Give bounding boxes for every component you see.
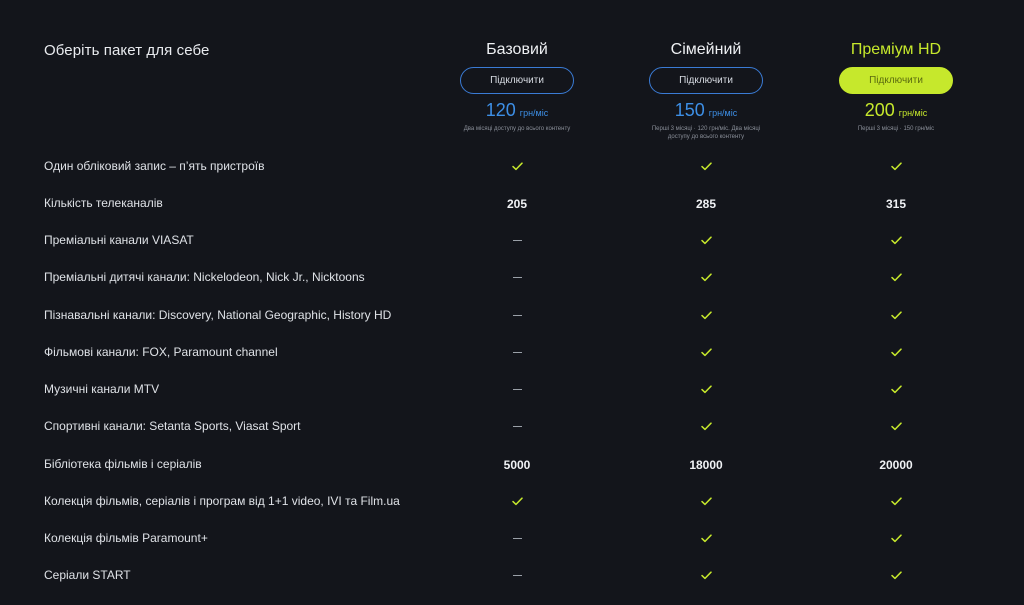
feature-row: Один обліковий запис – п’ять пристроїв bbox=[0, 148, 1024, 185]
check-icon bbox=[656, 371, 756, 408]
dash-icon bbox=[467, 222, 567, 259]
check-icon bbox=[846, 334, 946, 371]
plan-basic: Базовий Підключити 120 грн/міс Два місяц… bbox=[417, 40, 617, 133]
feature-row: Колекція фільмів, серіалів і програм від… bbox=[0, 483, 1024, 520]
price-unit: грн/міс bbox=[519, 108, 549, 118]
plan-note: Перші 3 місяці · 150 грн/міс bbox=[857, 126, 935, 132]
feature-row: Музичні канали MTV bbox=[0, 371, 1024, 408]
feature-label: Бібліотека фільмів і серіалів bbox=[44, 457, 202, 471]
feature-value: 20000 bbox=[879, 457, 913, 472]
check-icon bbox=[656, 483, 756, 520]
feature-row: Серіали START bbox=[0, 557, 1024, 594]
subscribe-family-button[interactable]: Підключити bbox=[649, 67, 763, 94]
check-icon bbox=[467, 148, 567, 185]
feature-label: Преміальні дитячі канали: Nickelodeon, N… bbox=[44, 270, 365, 284]
pricing-page: Оберіть пакет для себе Базовий Підключит… bbox=[0, 0, 1024, 605]
plan-name: Преміум HD bbox=[850, 41, 942, 58]
plan-price: 200 грн/міс bbox=[865, 100, 928, 122]
plan-note: Два місяці доступу до всього контенту bbox=[463, 126, 571, 132]
dash-mark bbox=[512, 575, 522, 576]
check-icon bbox=[656, 520, 756, 557]
feature-row: Фільмові канали: FOX, Paramount channel bbox=[0, 334, 1024, 371]
feature-row: Бібліотека фільмів і серіалів 5000 18000 20… bbox=[0, 446, 1024, 483]
feature-label: Пізнавальні канали: Discovery, National … bbox=[44, 308, 392, 322]
feature-label: Один обліковий запис – п’ять пристроїв bbox=[44, 159, 265, 173]
price-value: 200 bbox=[864, 100, 895, 120]
check-icon bbox=[846, 557, 946, 594]
plan-name: Базовий bbox=[486, 41, 548, 58]
feature-label: Кількість телеканалів bbox=[44, 196, 163, 210]
dash-icon bbox=[467, 371, 567, 408]
check-icon bbox=[467, 483, 567, 520]
feature-row: Преміальні дитячі канали: Nickelodeon, N… bbox=[0, 259, 1024, 296]
feature-label: Музичні канали MTV bbox=[44, 382, 160, 396]
price-unit: грн/міс bbox=[898, 108, 928, 118]
feature-value: 5000 bbox=[503, 457, 531, 472]
plan-family: Сімейний Підключити 150 грн/міс Перші 3 … bbox=[606, 40, 806, 141]
feature-label: Колекція фільмів Paramount+ bbox=[44, 531, 208, 545]
feature-label: Колекція фільмів, серіалів і програм від… bbox=[44, 494, 400, 508]
dash-icon bbox=[467, 557, 567, 594]
check-icon bbox=[656, 334, 756, 371]
dash-mark bbox=[512, 352, 522, 353]
dash-icon bbox=[467, 520, 567, 557]
plan-premium: Преміум HD Підключити 200 грн/міс Перші … bbox=[796, 40, 996, 133]
dash-mark bbox=[512, 389, 522, 390]
dash-icon bbox=[467, 297, 567, 334]
check-icon bbox=[846, 297, 946, 334]
feature-value: 315 bbox=[885, 196, 907, 211]
check-icon bbox=[656, 408, 756, 445]
feature-value: 285 bbox=[695, 196, 717, 211]
plan-price: 150 грн/міс bbox=[675, 100, 738, 122]
feature-row: Преміальні канали VIASAT bbox=[0, 222, 1024, 259]
feature-value: 205 bbox=[506, 196, 528, 211]
check-icon bbox=[656, 259, 756, 296]
feature-row: Кількість телеканалів 205 285 315 bbox=[0, 185, 1024, 222]
dash-mark bbox=[512, 538, 522, 539]
check-icon bbox=[846, 222, 946, 259]
dash-icon bbox=[467, 334, 567, 371]
check-icon bbox=[656, 557, 756, 594]
feature-value: 18000 bbox=[689, 457, 723, 472]
check-icon bbox=[846, 520, 946, 557]
feature-row: Пізнавальні канали: Discovery, National … bbox=[0, 297, 1024, 334]
plan-price: 120 грн/міс bbox=[486, 100, 549, 122]
dash-icon bbox=[467, 259, 567, 296]
price-unit: грн/міс bbox=[708, 108, 738, 118]
feature-label: Преміальні канали VIASAT bbox=[44, 233, 194, 247]
dash-mark bbox=[512, 240, 522, 241]
dash-mark bbox=[512, 315, 522, 316]
feature-row: Спортивні канали: Setanta Sports, Viasat… bbox=[0, 408, 1024, 445]
dash-icon bbox=[467, 408, 567, 445]
dash-mark bbox=[512, 277, 522, 278]
check-icon bbox=[846, 259, 946, 296]
check-icon bbox=[656, 297, 756, 334]
feature-label: Спортивні канали: Setanta Sports, Viasat… bbox=[44, 419, 301, 433]
check-icon bbox=[846, 483, 946, 520]
feature-row: Колекція фільмів Paramount+ bbox=[0, 520, 1024, 557]
feature-label: Серіали START bbox=[44, 568, 131, 582]
subscribe-premium-button[interactable]: Підключити bbox=[839, 67, 953, 94]
check-icon bbox=[846, 408, 946, 445]
plan-note: Перші 3 місяці · 120 грн/міс. Два місяці… bbox=[651, 126, 761, 140]
dash-mark bbox=[512, 426, 522, 427]
check-icon bbox=[656, 148, 756, 185]
price-value: 150 bbox=[674, 100, 705, 120]
feature-label: Фільмові канали: FOX, Paramount channel bbox=[44, 345, 278, 359]
subscribe-basic-button[interactable]: Підключити bbox=[460, 67, 574, 94]
plan-name: Сімейний bbox=[670, 41, 742, 58]
check-icon bbox=[846, 371, 946, 408]
page-title: Оберіть пакет для себе bbox=[44, 42, 210, 59]
check-icon bbox=[656, 222, 756, 259]
check-icon bbox=[846, 148, 946, 185]
price-value: 120 bbox=[485, 100, 516, 120]
